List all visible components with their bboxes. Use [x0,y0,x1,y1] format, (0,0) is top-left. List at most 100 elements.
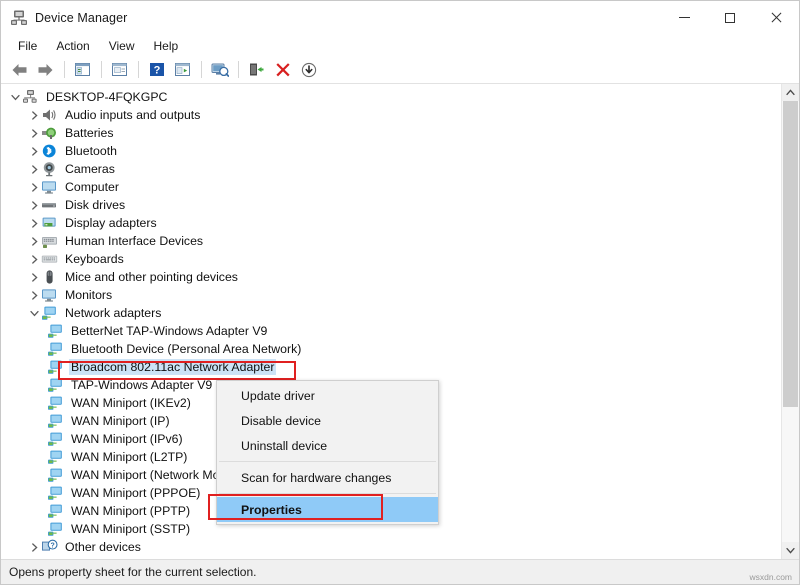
show-hide-console-tree-icon[interactable] [70,58,95,81]
tree-item-monitors[interactable]: Monitors [1,286,781,304]
chevron-right-icon[interactable] [28,232,41,250]
maximize-button[interactable] [707,1,753,34]
tree-item-label: WAN Miniport (IKEv2) [71,396,191,410]
tree-item-label: Cameras [65,162,115,176]
help-icon[interactable]: ? [144,58,169,81]
content-area: DESKTOP-4FQKGPC Audio inputs and outputs [1,84,799,559]
status-bar-text: Opens property sheet for the current sel… [9,565,257,579]
vertical-scrollbar[interactable] [781,84,799,559]
toolbar-separator [101,61,102,78]
scan-hardware-changes-icon[interactable] [207,58,232,81]
context-menu-separator [219,461,436,462]
tree-item-audio-inputs-and-outputs[interactable]: Audio inputs and outputs [1,106,781,124]
tree-item-label: WAN Miniport (PPPOE) [71,486,201,500]
tree-item-disk-drives[interactable]: Disk drives [1,196,781,214]
tree-item-bluetooth-device-personal-area-network[interactable]: Bluetooth Device (Personal Area Network) [1,340,781,358]
chevron-right-icon[interactable] [28,538,41,556]
tree-item-label: Other devices [65,540,141,554]
context-menu-item-scan-for-hardware-changes[interactable]: Scan for hardware changes [217,465,438,490]
context-menu-item-uninstall-device[interactable]: Uninstall device [217,433,438,458]
menu-file[interactable]: File [9,37,46,55]
tree-item-label: Audio inputs and outputs [65,108,201,122]
tree-item-label: Network adapters [65,306,162,320]
chevron-right-icon[interactable] [28,124,41,142]
svg-text:?: ? [50,542,54,549]
toolbar-separator [238,61,239,78]
minimize-button[interactable] [661,1,707,34]
scrollbar-track[interactable] [782,101,799,542]
network-adapter-icon [47,503,64,519]
tree-item-label: WAN Miniport (PPTP) [71,504,191,518]
menu-view[interactable]: View [100,37,144,55]
chevron-right-icon[interactable] [28,286,41,304]
menu-help[interactable]: Help [145,37,188,55]
context-menu[interactable]: Update driver Disable device Uninstall d… [208,380,439,525]
context-menu-item-disable-device[interactable]: Disable device [217,408,438,433]
tree-root-desktop[interactable]: DESKTOP-4FQKGPC [1,88,781,106]
tree-item-broadcom-802-11ac-network-adapter[interactable]: Broadcom 802.11ac Network Adapter [1,358,781,376]
disk-drive-icon [41,197,58,213]
chevron-down-icon[interactable] [28,304,41,322]
tree-root-label: DESKTOP-4FQKGPC [46,90,168,104]
chevron-right-icon[interactable] [28,250,41,268]
tree-item-label: Monitors [65,288,113,302]
tree-item-label: Broadcom 802.11ac Network Adapter [69,359,277,375]
scrollbar-thumb[interactable] [783,101,798,407]
tree-item-keyboards[interactable]: Keyboards [1,250,781,268]
properties-icon[interactable] [107,58,132,81]
network-adapter-icon [47,377,64,393]
tree-item-label: Human Interface Devices [65,234,204,248]
context-menu-item-update-driver[interactable]: Update driver [217,383,438,408]
tree-item-betternet-tap-windows-adapter-v9[interactable]: BetterNet TAP-Windows Adapter V9 [1,322,781,340]
chevron-right-icon[interactable] [28,178,41,196]
tree-item-human-interface-devices[interactable]: Human Interface Devices [1,232,781,250]
update-driver-icon[interactable] [170,58,195,81]
mouse-icon [41,269,58,285]
context-menu-separator [219,493,436,494]
keyboard-icon [41,251,58,267]
speaker-icon [41,107,58,123]
maximize-icon [725,12,735,23]
close-button[interactable] [753,1,799,34]
uninstall-device-icon[interactable] [270,58,295,81]
toolbar-separator [64,61,65,78]
title-bar: Device Manager [1,1,799,35]
chevron-right-icon[interactable] [28,214,41,232]
tree-item-label: Mice and other pointing devices [65,270,238,284]
tree-item-label: WAN Miniport (SSTP) [71,522,191,536]
tree-item-display-adapters[interactable]: Display adapters [1,214,781,232]
back-arrow-icon[interactable] [7,58,32,81]
window-controls [661,1,799,34]
network-adapter-icon [47,359,64,375]
tree-item-bluetooth[interactable]: Bluetooth [1,142,781,160]
chevron-right-icon[interactable] [28,142,41,160]
tree-item-other-devices[interactable]: ? Other devices [1,538,781,556]
tree-item-cameras[interactable]: Cameras [1,160,781,178]
tree-item-mice-and-other-pointing-devices[interactable]: Mice and other pointing devices [1,268,781,286]
toolbar: ? [1,56,799,84]
tree-item-batteries[interactable]: Batteries [1,124,781,142]
close-icon [770,12,782,24]
network-adapter-icon [47,323,64,339]
enable-device-icon[interactable] [244,58,269,81]
monitor-icon [41,179,58,195]
disable-device-icon[interactable] [296,58,321,81]
watermark: wsxdn.com [749,572,792,582]
toolbar-separator [201,61,202,78]
scroll-down-arrow-icon[interactable] [782,542,799,559]
chevron-right-icon[interactable] [28,268,41,286]
minimize-icon [678,17,690,18]
chevron-down-icon[interactable] [9,88,22,106]
tree-item-computer[interactable]: Computer [1,178,781,196]
chevron-right-icon[interactable] [28,196,41,214]
menu-action[interactable]: Action [47,37,98,55]
scroll-up-arrow-icon[interactable] [782,84,799,101]
tree-item-label: TAP-Windows Adapter V9 [71,378,213,392]
context-menu-item-properties[interactable]: Properties [217,497,438,522]
forward-arrow-icon[interactable] [33,58,58,81]
network-adapter-icon [47,521,64,537]
tree-item-network-adapters[interactable]: Network adapters [1,304,781,322]
chevron-right-icon[interactable] [28,106,41,124]
tree-item-label: Bluetooth [65,144,117,158]
chevron-right-icon[interactable] [28,160,41,178]
